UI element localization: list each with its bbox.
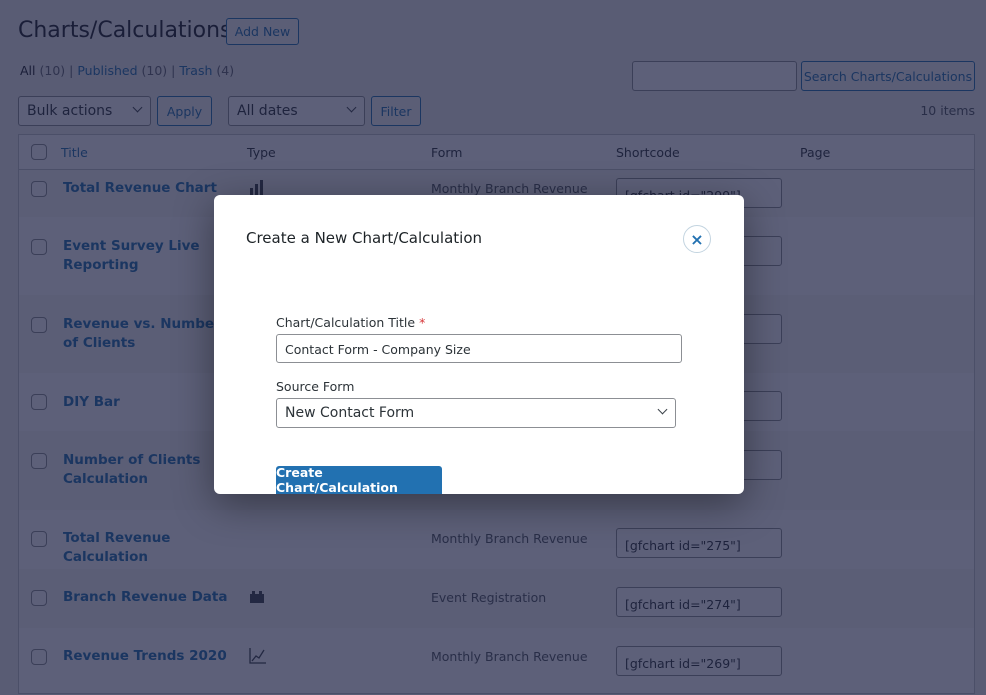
shortcode-field[interactable]: [gfchart id="274"] — [616, 587, 782, 617]
modal-title: Create a New Chart/Calculation — [246, 229, 483, 247]
title-label-text: Chart/Calculation Title — [276, 315, 416, 330]
filter-button[interactable]: Filter — [371, 96, 421, 126]
row-checkbox[interactable] — [31, 181, 47, 197]
row-form: Monthly Branch Revenue — [431, 649, 588, 664]
source-form-label: Source Form — [276, 379, 355, 394]
filter-published-count: (10) — [141, 63, 168, 78]
items-count: 10 items — [920, 103, 975, 118]
bar-chart-icon — [250, 180, 263, 195]
filter-trash[interactable]: Trash (4) — [179, 63, 234, 78]
row-checkbox[interactable] — [31, 317, 47, 333]
title-label: Chart/Calculation Title * — [276, 315, 425, 330]
row-checkbox[interactable] — [31, 590, 47, 606]
row-title-link[interactable]: Event Survey Live Reporting — [63, 237, 223, 275]
column-type: Type — [247, 145, 276, 160]
dates-value: All dates — [237, 103, 298, 119]
bulk-actions-select[interactable]: Bulk actions — [18, 96, 151, 126]
row-title-link[interactable]: Revenue Trends 2020 — [63, 647, 243, 666]
row-checkbox[interactable] — [31, 531, 47, 547]
row-checkbox[interactable] — [31, 394, 47, 410]
required-mark: * — [419, 315, 426, 330]
table-row: Revenue Trends 2020 Monthly Branch Reven… — [19, 628, 974, 695]
column-form: Form — [431, 145, 463, 160]
table-row: Total Revenue Calculation Monthly Branch… — [19, 510, 974, 569]
column-page: Page — [800, 145, 831, 160]
row-form: Event Registration — [431, 590, 547, 605]
row-form: Monthly Branch Revenue — [431, 181, 588, 196]
search-input[interactable] — [632, 61, 797, 91]
filter-trash-count: (4) — [216, 63, 235, 78]
filter-all-count: (10) — [39, 63, 66, 78]
create-chart-button[interactable]: Create Chart/Calculation — [276, 465, 442, 494]
bulk-actions-value: Bulk actions — [27, 103, 113, 119]
apply-button[interactable]: Apply — [157, 96, 212, 126]
page-title: Charts/Calculations — [18, 18, 232, 43]
row-title-link[interactable]: Total Revenue Calculation — [63, 529, 243, 567]
select-all-checkbox[interactable] — [31, 144, 47, 160]
table-row: Branch Revenue Data Event Registration [… — [19, 569, 974, 628]
filter-trash-label: Trash — [179, 63, 213, 78]
chevron-down-icon — [346, 102, 357, 113]
status-filters: All (10) | Published (10) | Trash (4) — [20, 63, 235, 78]
row-title-link[interactable]: Branch Revenue Data — [63, 588, 243, 607]
shortcode-field[interactable]: [gfchart id="275"] — [616, 528, 782, 558]
filter-published-label: Published — [77, 63, 138, 78]
close-icon[interactable]: × — [683, 225, 711, 253]
create-chart-modal: Create a New Chart/Calculation × Chart/C… — [214, 195, 744, 494]
source-form-select[interactable]: New Contact Form — [276, 398, 676, 428]
row-checkbox[interactable] — [31, 453, 47, 469]
shortcode-field[interactable]: [gfchart id="269"] — [616, 646, 782, 676]
row-title-link[interactable]: DIY Bar — [63, 393, 223, 412]
dates-select[interactable]: All dates — [228, 96, 365, 126]
chart-title-input[interactable]: Contact Form - Company Size — [276, 334, 682, 363]
row-form: Monthly Branch Revenue — [431, 531, 588, 546]
row-title-link[interactable]: Revenue vs. Number of Clients — [63, 315, 223, 353]
column-title[interactable]: Title — [61, 145, 88, 160]
row-checkbox[interactable] — [31, 649, 47, 665]
filter-published[interactable]: Published (10) — [77, 63, 167, 78]
table-header: Title Type Form Shortcode Page — [19, 135, 974, 170]
filter-all-label: All — [20, 63, 36, 78]
row-title-link[interactable]: Number of Clients Calculation — [63, 451, 223, 489]
line-chart-icon — [249, 648, 266, 664]
search-button[interactable]: Search Charts/Calculations — [801, 61, 975, 91]
chevron-down-icon — [657, 404, 668, 415]
source-form-value: New Contact Form — [285, 405, 415, 421]
row-checkbox[interactable] — [31, 239, 47, 255]
table-icon — [250, 591, 264, 603]
column-shortcode: Shortcode — [616, 145, 680, 160]
filter-all[interactable]: All (10) — [20, 63, 65, 78]
chevron-down-icon — [132, 102, 143, 113]
add-new-button[interactable]: Add New — [226, 18, 299, 45]
